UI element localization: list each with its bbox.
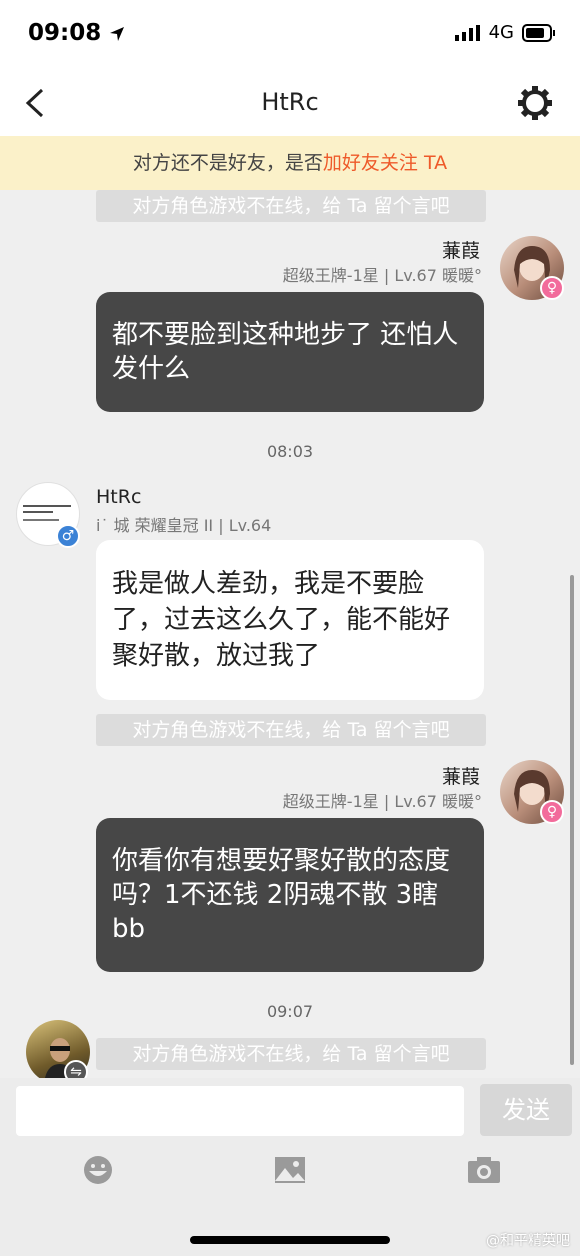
page-title: HtRc — [261, 88, 319, 116]
add-friend-link[interactable]: 加好友关注 TA — [323, 152, 447, 174]
outgoing-bubble[interactable]: 都不要脸到这种地步了 还怕人发什么 — [96, 292, 484, 412]
message-input[interactable] — [16, 1086, 464, 1136]
settings-button[interactable] — [516, 84, 554, 122]
sender-name: 蒹葭 — [441, 766, 480, 788]
timestamp: 08:03 — [266, 442, 314, 461]
banner-text: 对方还不是好友，是否 — [132, 152, 323, 174]
home-indicator — [190, 1236, 390, 1244]
incoming-bubble[interactable]: 我是做人差劲，我是不要脸了，过去这么久了，能不能好聚好散，放过我了 — [96, 540, 484, 700]
system-message: 对方角色游戏不在线，给 Ta 留个言吧 — [96, 714, 486, 746]
sender-meta: 超级王牌-1星 | Lv.67 暖暖° — [282, 792, 482, 811]
timestamp: 09:07 — [266, 1002, 314, 1021]
outgoing-bubble[interactable]: 你看你有想要好聚好散的态度吗？1不还钱 2阴魂不散 3瞎 bb — [96, 818, 484, 972]
sender-meta: 超级王牌-1星 | Lv.67 暖暖° — [282, 266, 482, 285]
emoji-icon[interactable] — [80, 1154, 116, 1186]
send-button[interactable]: 发送 — [480, 1084, 572, 1136]
system-message: 对方角色游戏不在线，给 Ta 留个言吧 — [96, 1038, 486, 1070]
status-indicators: 4G — [454, 22, 556, 43]
female-badge-icon: ♀ — [540, 800, 564, 824]
chat-list[interactable]: 对方角色游戏不在线，给 Ta 留个言吧 ♀ 蒹葭 超级王牌-1星 | Lv.67… — [0, 190, 580, 1078]
scrollbar[interactable] — [570, 575, 574, 1065]
nav-bar: HtRc — [0, 70, 580, 136]
sender-name: 蒹葭 — [441, 240, 480, 262]
contact-meta: i˙ 城 荣耀皇冠 II | Lv.64 — [96, 516, 272, 535]
network-label: 4G — [488, 22, 514, 43]
add-friend-banner: 对方还不是好友，是否加好友关注 TA — [0, 136, 580, 190]
contact-name: HtRc — [96, 486, 142, 508]
system-message: 对方角色游戏不在线，给 Ta 留个言吧 — [96, 190, 486, 222]
signal-icon — [454, 24, 480, 41]
status-time: 09:08 — [28, 20, 125, 46]
status-bar: 09:08 4G — [0, 0, 580, 70]
watermark: @和平精英吧 — [486, 1233, 570, 1249]
battery-icon — [522, 23, 555, 42]
male-badge-icon: ♂ — [56, 524, 80, 548]
input-bar: 发送 @和平精英吧 — [0, 1078, 580, 1256]
location-arrow-icon — [110, 26, 125, 41]
swap-badge-icon: ⇋ — [64, 1060, 88, 1078]
camera-icon[interactable] — [466, 1154, 502, 1186]
image-icon[interactable] — [272, 1154, 308, 1186]
female-badge-icon: ♀ — [540, 276, 564, 300]
